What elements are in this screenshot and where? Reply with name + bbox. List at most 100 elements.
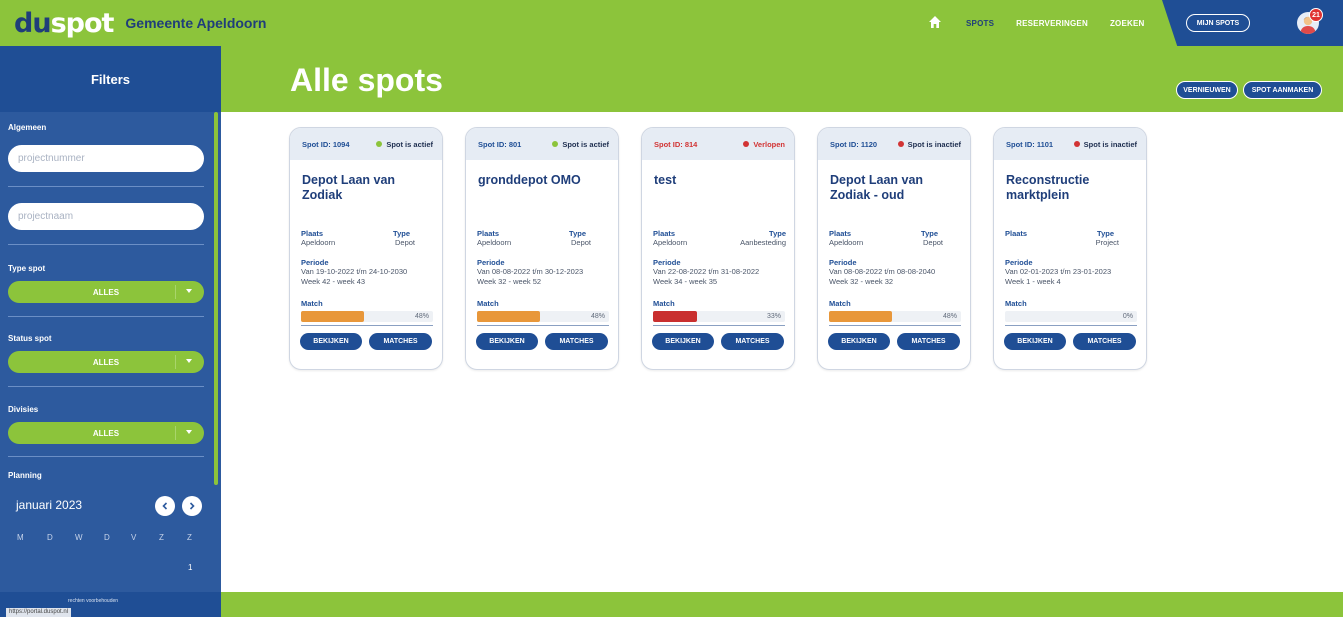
weekday-mon: M (17, 533, 24, 542)
spot-id: Spot ID: 1101 (1006, 139, 1054, 149)
card-header: Spot ID: 1101 Spot is inactief (994, 128, 1146, 160)
spot-title: test (654, 173, 677, 187)
spot-status-label: Spot is inactief (907, 139, 961, 149)
periode-label: Periode (829, 258, 857, 267)
spot-card[interactable]: Spot ID: 801 Spot is actief gronddepot O… (465, 127, 619, 370)
view-button[interactable]: BEKIJKEN (828, 333, 890, 350)
plaats-value: Apeldoorn (301, 238, 336, 247)
select-separator (175, 426, 176, 440)
filters-sidebar: Filters Algemeen Type spot ALLES Status … (0, 46, 221, 617)
matches-button[interactable]: MATCHES (369, 333, 432, 350)
spot-id: Spot ID: 801 (478, 139, 522, 149)
divisies-select[interactable]: ALLES (8, 422, 204, 444)
status-dot-icon (376, 141, 383, 147)
spot-card[interactable]: Spot ID: 1120 Spot is inactief Depot Laa… (817, 127, 971, 370)
status-spot-value: ALLES (92, 357, 120, 367)
next-month-button[interactable] (182, 496, 202, 516)
type-label: Type (921, 229, 938, 238)
spot-card[interactable]: Spot ID: 1094 Spot is actief Depot Laan … (289, 127, 443, 370)
matches-button[interactable]: MATCHES (897, 333, 960, 350)
week-value: Week 32 - week 32 (829, 277, 894, 286)
organization-name: Gemeente Apeldoorn (125, 15, 267, 31)
home-icon[interactable] (928, 15, 944, 31)
mijn-spots-button[interactable]: MIJN SPOTS (1186, 14, 1250, 32)
type-label: Type (1097, 229, 1114, 238)
plaats-label: Plaats (301, 229, 324, 238)
type-value: Aanbesteding (740, 238, 786, 247)
status-dot-icon (897, 141, 904, 147)
plaats-label: Plaats (477, 229, 500, 238)
week-value: Week 34 - week 35 (653, 277, 718, 286)
type-value: Depot (394, 238, 415, 247)
browser-status-url: https://portal.duspot.nl (6, 608, 72, 617)
plaats-value: Apeldoorn (829, 238, 864, 247)
divider (477, 325, 609, 326)
matches-button[interactable]: MATCHES (545, 333, 608, 350)
match-bar: 48% (829, 311, 961, 322)
view-button[interactable]: BEKIJKEN (300, 333, 362, 350)
spot-card[interactable]: Spot ID: 1101 Spot is inactief Reconstru… (993, 127, 1147, 370)
periode-value: Van 22-08-2022 t/m 31-08-2022 (653, 267, 760, 276)
spot-status-label: Spot is inactief (1083, 139, 1137, 149)
match-bar: 48% (477, 311, 609, 322)
logo-spot: spot (50, 7, 115, 39)
matches-button[interactable]: MATCHES (1073, 333, 1136, 350)
refresh-button[interactable]: VERNIEUWEN (1176, 81, 1238, 99)
select-separator (175, 355, 176, 369)
nav-zoeken[interactable]: ZOEKEN (1110, 19, 1145, 28)
status-spot-select[interactable]: ALLES (8, 351, 204, 373)
notification-badge[interactable]: 21 (1309, 8, 1323, 22)
match-percentage: 33% (766, 313, 781, 320)
week-value: Week 1 - week 4 (1005, 277, 1061, 286)
status-dot-icon (1073, 141, 1080, 147)
match-percentage: 48% (414, 313, 429, 320)
logo-du: du (14, 7, 52, 39)
plaats-label: Plaats (1005, 229, 1028, 238)
matches-button[interactable]: MATCHES (721, 333, 784, 350)
match-percentage: 48% (942, 313, 957, 320)
periode-value: Van 08-08-2022 t/m 30-12-2023 (477, 267, 584, 276)
previous-month-button[interactable] (155, 496, 175, 516)
week-value: Week 42 - week 43 (301, 277, 366, 286)
plaats-value: Apeldoorn (653, 238, 688, 247)
spot-card[interactable]: Spot ID: 814 Verlopen test Plaats Apeldo… (641, 127, 795, 370)
match-bar-fill (829, 311, 893, 322)
weekday-sat: Z (159, 533, 164, 542)
weekday-tue: D (47, 533, 53, 542)
projectnummer-input[interactable] (8, 145, 204, 172)
brand[interactable]: du spot Gemeente Apeldoorn (0, 8, 360, 39)
status-dot-icon (743, 141, 750, 147)
calendar-day[interactable]: 1 (188, 563, 192, 572)
spot-status-label: Spot is actief (386, 139, 433, 149)
type-label: Type (393, 229, 410, 238)
spot-status: Spot is inactief (897, 139, 961, 149)
match-label: Match (477, 299, 499, 308)
spot-status-label: Spot is actief (562, 139, 609, 149)
plaats-label: Plaats (829, 229, 852, 238)
weekday-sun: Z (187, 533, 192, 542)
projectnaam-input[interactable] (8, 203, 204, 230)
filters-title: Filters (0, 46, 221, 112)
chevron-down-icon (186, 430, 192, 434)
sidebar-scrollbar[interactable] (214, 112, 218, 485)
match-label: Match (653, 299, 675, 308)
card-header: Spot ID: 801 Spot is actief (466, 128, 618, 160)
match-percentage: 0% (1122, 313, 1133, 320)
card-header: Spot ID: 814 Verlopen (642, 128, 794, 160)
spot-status: Spot is actief (376, 140, 433, 149)
view-button[interactable]: BEKIJKEN (1004, 333, 1066, 350)
nav-reserveringen[interactable]: RESERVERINGEN (1016, 19, 1088, 28)
weekday-thu: D (104, 533, 110, 542)
nav-spots[interactable]: SPOTS (966, 19, 994, 28)
view-button[interactable]: BEKIJKEN (476, 333, 538, 350)
spot-title: Reconstructie marktplein (1006, 173, 1090, 202)
type-spot-value: ALLES (92, 287, 120, 297)
match-label: Match (1005, 299, 1027, 308)
card-header: Spot ID: 1120 Spot is inactief (818, 128, 970, 160)
match-bar: 48% (301, 311, 433, 322)
create-spot-button[interactable]: SPOT AANMAKEN (1243, 81, 1322, 99)
view-button[interactable]: BEKIJKEN (652, 333, 714, 350)
type-spot-select[interactable]: ALLES (8, 281, 204, 303)
divisies-label: Divisies (8, 405, 39, 414)
divider (301, 325, 433, 326)
